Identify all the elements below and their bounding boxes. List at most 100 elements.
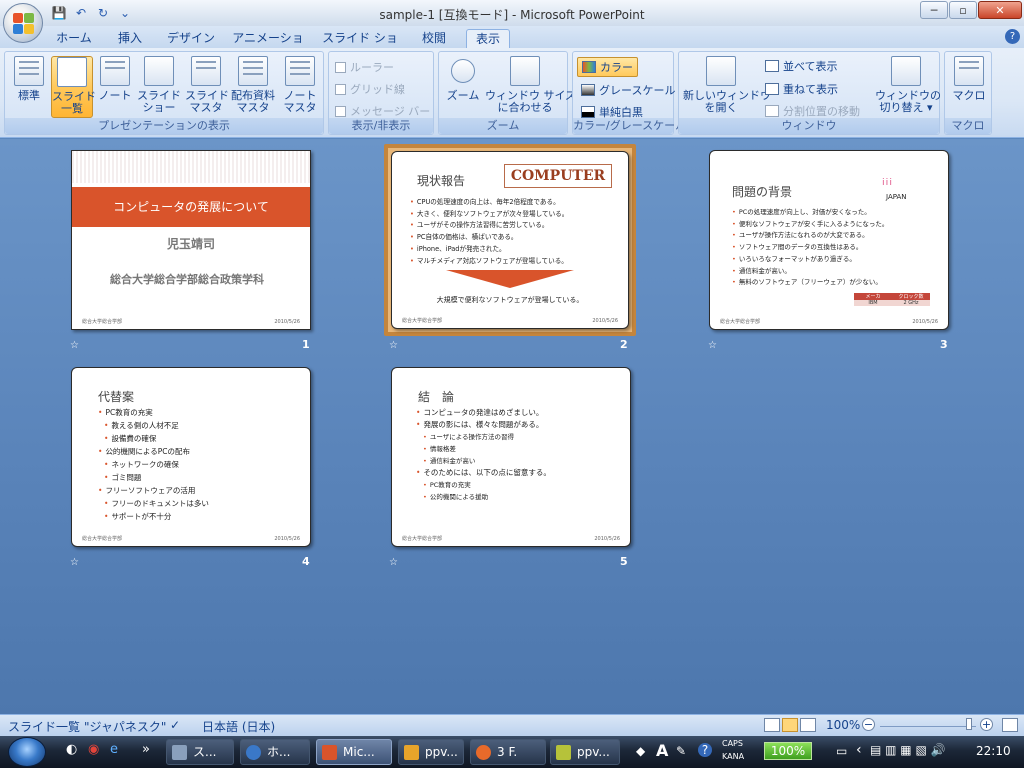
slide-show-button[interactable]: スライド ショー bbox=[137, 56, 181, 118]
group-title: カラー/グレースケール bbox=[573, 118, 687, 134]
tray-expand-icon[interactable]: ‹ bbox=[856, 742, 862, 758]
slide-pattern bbox=[72, 151, 310, 183]
zoom-level[interactable]: 100% bbox=[826, 718, 860, 732]
transition-star-icon[interactable]: ☆ bbox=[708, 340, 717, 351]
logo-text: JAPAN bbox=[886, 193, 907, 201]
message-bar-checkbox[interactable]: メッセージ バー bbox=[335, 103, 430, 119]
tab-insert[interactable]: 挿入 bbox=[110, 29, 150, 48]
tab-review[interactable]: 校閲 bbox=[414, 29, 454, 48]
slide-title: 現状報告 bbox=[417, 174, 466, 188]
tab-design[interactable]: デザイン bbox=[162, 29, 220, 48]
slide-number: 1 bbox=[302, 338, 310, 351]
office-button[interactable] bbox=[3, 3, 43, 43]
zoom-in-button[interactable]: + bbox=[980, 718, 993, 731]
zoom-out-button[interactable]: − bbox=[862, 718, 875, 731]
caps-indicator: CAPS bbox=[722, 739, 743, 748]
normal-view-status-icon[interactable] bbox=[764, 718, 780, 732]
handout-master-button[interactable]: 配布資料 マスタ bbox=[229, 56, 277, 118]
grayscale-button[interactable]: グレースケール bbox=[581, 82, 675, 98]
group-title: ズーム bbox=[439, 118, 567, 134]
group-title: マクロ bbox=[945, 118, 991, 134]
maximize-button[interactable]: ▫ bbox=[949, 1, 977, 19]
start-button[interactable] bbox=[8, 737, 46, 767]
taskbar-item-1[interactable]: ス... bbox=[166, 739, 234, 765]
slide-thumbnail-1[interactable]: コンピュータの発展について 児玉靖司 総合大学総合学部総合政策学科 総合大学総合… bbox=[71, 150, 311, 330]
taskbar-overflow[interactable]: » bbox=[142, 742, 150, 757]
transition-star-icon[interactable]: ☆ bbox=[389, 557, 398, 568]
cascade-icon bbox=[765, 83, 779, 95]
slide-thumbnail-3[interactable]: 問題の背景 ᵢᵢᵢ JAPAN PCの処理速度が向上し、対価が安くなった。 便利… bbox=[709, 150, 949, 330]
status-language[interactable]: 日本語 (日本) bbox=[202, 718, 275, 735]
slideshow-status-icon[interactable] bbox=[800, 718, 816, 732]
tab-home[interactable]: ホーム bbox=[50, 29, 98, 48]
taskbar-item-firefox[interactable]: 3 F. bbox=[470, 739, 546, 765]
slide-show-icon bbox=[144, 56, 174, 86]
group-presentation-views: 標準 スライド 一覧 ノート スライド ショー スライド マスタ 配布資料 マス… bbox=[4, 51, 324, 135]
ime-icon[interactable]: ◆ bbox=[636, 744, 645, 758]
zoom-slider[interactable] bbox=[880, 726, 976, 727]
sorter-view-status-icon[interactable] bbox=[782, 718, 798, 732]
tab-animation[interactable]: アニメーション bbox=[230, 29, 306, 64]
normal-view-button[interactable]: 標準 bbox=[9, 56, 49, 118]
clock[interactable]: 22:10 bbox=[976, 744, 1011, 758]
cascade-button[interactable]: 重ねて表示 bbox=[765, 81, 838, 97]
tab-slideshow[interactable]: スライド ショー bbox=[318, 29, 402, 64]
status-theme[interactable]: "ジャパネスク" bbox=[84, 718, 166, 735]
down-arrow-shape bbox=[446, 270, 574, 288]
transition-star-icon[interactable]: ☆ bbox=[70, 557, 79, 568]
slide-thumbnail-4[interactable]: 代替案 PC教育の充実 教える側の人材不足 設備費の確保 公的機関によるPCの配… bbox=[71, 367, 311, 547]
black-white-icon bbox=[581, 106, 595, 118]
taskbar-item-4[interactable]: ppv... bbox=[550, 739, 620, 765]
slide-number: 3 bbox=[940, 338, 948, 351]
ime-mode[interactable]: A bbox=[656, 741, 668, 760]
slide-thumbnail-2[interactable]: 現状報告 COMPUTER CPUの処理速度の向上は、毎年2倍程度である。 大き… bbox=[391, 151, 629, 329]
zoom-slider-thumb[interactable] bbox=[966, 718, 972, 730]
show-desktop-icon[interactable]: ◐ bbox=[66, 742, 77, 757]
ribbon: 標準 スライド 一覧 ノート スライド ショー スライド マスタ 配布資料 マス… bbox=[0, 48, 1024, 138]
slide-footer: 総合大学総合学部 bbox=[402, 318, 443, 324]
taskbar-item-3[interactable]: ppv... bbox=[398, 739, 464, 765]
macro-button[interactable]: マクロ bbox=[949, 56, 989, 118]
new-window-button[interactable]: 新しいウィンドウ を開く bbox=[683, 56, 771, 118]
zoom-button[interactable]: ズーム bbox=[443, 56, 483, 118]
minimize-button[interactable]: ─ bbox=[920, 1, 948, 19]
fit-slide-icon[interactable] bbox=[1002, 718, 1018, 732]
globe-icon bbox=[246, 745, 261, 760]
tools-icon[interactable]: ✎ bbox=[676, 744, 686, 758]
battery-indicator[interactable]: 100% bbox=[764, 742, 812, 760]
slide-master-button[interactable]: スライド マスタ bbox=[185, 56, 229, 118]
help-icon[interactable]: ? bbox=[1005, 29, 1020, 44]
window-controls: ─ ▫ ✕ bbox=[920, 1, 1022, 19]
firefox-icon bbox=[476, 745, 491, 760]
spellcheck-icon[interactable]: ✓ bbox=[170, 718, 180, 732]
transition-star-icon[interactable]: ☆ bbox=[70, 340, 79, 351]
slide-footer: 総合大学総合学部 bbox=[82, 536, 123, 542]
tray-icons[interactable]: ▤ ▥ ▦ ▧ 🔊 bbox=[870, 743, 946, 757]
conclusion-text: 大規模で便利なソフトウェアが登場している。 bbox=[436, 296, 584, 304]
move-split-button[interactable]: 分割位置の移動 bbox=[765, 103, 860, 119]
taskbar: ◐ ◉ e » ス... ホ... Mic... ppv... 3 F. ppv… bbox=[0, 736, 1024, 768]
switch-window-button[interactable]: ウィンドウの 切り替え ▾ bbox=[875, 56, 941, 118]
slide-sorter-button[interactable]: スライド 一覧 bbox=[51, 56, 96, 118]
taskbar-item-powerpoint[interactable]: Mic... bbox=[316, 739, 392, 765]
slide-thumbnail-5[interactable]: 結 論 コンピュータの発達はめざましい。 発展の影には、様々な問題がある。 ユー… bbox=[391, 367, 631, 547]
transition-star-icon[interactable]: ☆ bbox=[389, 340, 398, 351]
notes-master-button[interactable]: ノート マスタ bbox=[279, 56, 321, 118]
slide-title: コンピュータの発展について bbox=[113, 200, 269, 214]
notes-page-icon bbox=[100, 56, 130, 86]
gridlines-checkbox[interactable]: グリッド線 bbox=[335, 81, 405, 97]
clipboard-icon[interactable]: ▭ bbox=[836, 744, 847, 758]
ruler-checkbox[interactable]: ルーラー bbox=[335, 59, 394, 75]
tab-view[interactable]: 表示 bbox=[466, 29, 510, 48]
arrange-all-button[interactable]: 並べて表示 bbox=[765, 58, 838, 74]
close-button[interactable]: ✕ bbox=[978, 1, 1022, 19]
notes-page-button[interactable]: ノート bbox=[95, 56, 135, 118]
chrome-icon[interactable]: ◉ bbox=[88, 742, 99, 757]
color-button[interactable]: カラー bbox=[577, 57, 638, 77]
ie-icon[interactable]: e bbox=[110, 742, 118, 757]
title-bar: 💾 ↶ ↻ ⌄ sample-1 [互換モード] - Microsoft Pow… bbox=[0, 0, 1024, 26]
help-tray-icon[interactable]: ? bbox=[698, 743, 712, 757]
fit-to-window-button[interactable]: ウィンドウ サイズ に合わせる bbox=[485, 56, 576, 118]
taskbar-item-2[interactable]: ホ... bbox=[240, 739, 310, 765]
split-icon bbox=[765, 105, 779, 117]
